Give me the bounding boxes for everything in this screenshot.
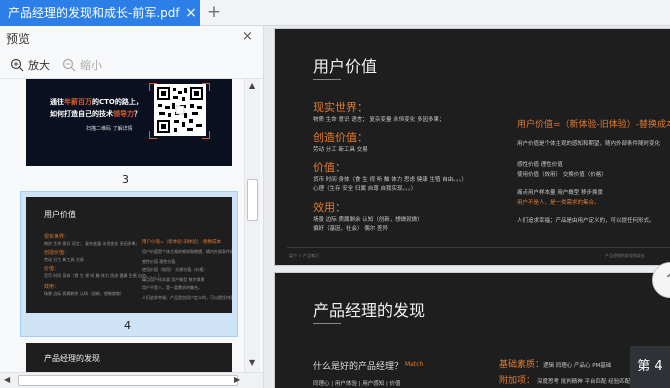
- section-text: 心理（生存 安全 归属 自尊 自我实现。。。）: [313, 186, 417, 192]
- thumb3-line1: 通往年薪百万的CTO的路上，: [50, 98, 143, 106]
- preview-sidebar: 预览 × 放大 缩小 通往年薪百万的CTO的路上， 如何打造自己的技术领导力？ …: [0, 26, 264, 388]
- page-slide-pm-discovery: 产品经理的发现 什么是好的产品经理？ Match 同理心 | 用户体验 | 用户…: [274, 272, 670, 388]
- slide-question: 什么是好的产品经理？: [313, 362, 404, 372]
- slide-title: 产品经理的发现: [313, 301, 426, 320]
- right-text: 用户不是人，是一类需求的集合。: [517, 200, 600, 206]
- right-text: 人们追求幸福；产品是由用户定义的，可以提任何形式。: [517, 218, 655, 224]
- slide-footer-right: 产品经理的发现和成长: [605, 253, 645, 258]
- frame-corner: [202, 131, 210, 139]
- thumbnail-list: 通往年薪百万的CTO的路上， 如何打造自己的技术领导力？ 扫描二维码 了解详情: [0, 79, 244, 372]
- thumb4-text: 感性价值 理性价值: [142, 259, 176, 264]
- scrollbar-thumb[interactable]: [18, 375, 238, 386]
- tab-close-icon[interactable]: ×: [184, 0, 198, 26]
- title-underline: [313, 79, 341, 80]
- zoom-in-icon: [10, 58, 24, 72]
- sidebar-horizontal-scrollbar[interactable]: ◀ ▶: [0, 372, 263, 388]
- thumbnail-page-number: 3: [122, 173, 129, 186]
- slide-title: 用户价值: [313, 57, 378, 76]
- thumbnail-page-4[interactable]: 用户价值 现实世界： 物质 生命 意识 语言； 复杂变量 永恒变化 多因多果； …: [26, 197, 232, 313]
- thumb5-title: 产品经理的发现: [44, 354, 100, 363]
- frame-corner: [149, 131, 157, 139]
- chevron-up-icon: ⌃: [664, 272, 670, 288]
- thumb4-text: 用户价值是个体主观的感知和期望，随内外部条件随时变化: [142, 249, 232, 254]
- thumb4-title: 用户价值: [44, 210, 76, 219]
- section-text: 场景 边际 质属剩余 认知（创新，想做就做）: [313, 217, 423, 223]
- zoom-in-label: 放大: [28, 59, 50, 72]
- thumb3-subtitle: 扫描二维码 了解详情: [86, 126, 133, 132]
- page-slide-user-value: 用户价值 现实世界： 物质 生命 意识 语言； 复杂变量 永恒变化 多因多果； …: [274, 28, 670, 266]
- thumb4-text: 场景 边际 质属剩余 认知（创新，想做就做）: [44, 291, 124, 296]
- thumb4-head: 价值：: [44, 266, 60, 272]
- thumbnail-page-number: 4: [124, 319, 131, 332]
- section-heading: 现实世界：: [313, 101, 368, 114]
- question-tag: Match: [405, 361, 424, 368]
- section-text: 货币 时间 身体（食 生 视 听 触 体力 思虑 健康 生殖 自由。。。）: [313, 177, 467, 183]
- zoom-out-icon: [62, 58, 76, 72]
- thumbnail-page-5[interactable]: 产品经理的发现: [26, 343, 232, 372]
- title-underline: [313, 323, 341, 324]
- tab-document[interactable]: 产品经理的发现和成长-前军.pdf: [0, 0, 200, 26]
- scroll-down-icon[interactable]: ▼: [249, 358, 255, 367]
- scroll-right-icon[interactable]: ▶: [234, 375, 240, 384]
- thumb4-head: 现实世界：: [44, 234, 70, 240]
- right-text: 感性价值 理性价值: [517, 162, 563, 168]
- right-text: 痛点用户样本量 用户概型 移步换景: [517, 190, 603, 196]
- thumb4-formula: 用户价值=（新体验-旧体验）-替换成本: [142, 240, 222, 245]
- thumb4-text: 痛点用户样本量 用户概型 移步换景: [142, 277, 205, 282]
- section-heading: 创造价值：: [313, 131, 368, 144]
- thumb4-head: 创造价值：: [44, 250, 70, 256]
- basic-text: 逻辑 同理心 产品心 PM基础: [543, 363, 612, 369]
- section-heading: 效用：: [313, 201, 346, 214]
- thumb4-text: 用户不是人，是一类需求的集合。: [142, 285, 202, 290]
- page-number-badge: 第 4: [630, 346, 670, 388]
- slide-footer-left: 梁宁 × 产品笔记: [289, 253, 319, 258]
- sidebar-vertical-scrollbar[interactable]: ▲ ▼: [244, 79, 260, 372]
- thumb4-text: 人们追求幸福；产品是由用户定义的，可以提任何形式。: [142, 295, 232, 300]
- zoom-out-button[interactable]: 缩小: [62, 57, 102, 73]
- section-text: 偏好（基因，社会） 偶尔 差异: [313, 226, 388, 232]
- frame-corner: [202, 83, 210, 91]
- slide-subtext: 同理心 | 用户体验 | 用户感知 | 价值: [313, 381, 401, 387]
- thumb4-text: 使用价值（效用） 交换价值（价格）: [142, 267, 208, 272]
- right-text: 使用价值（效用） 交换价值（价格）: [517, 172, 607, 178]
- section-heading: 价值：: [313, 161, 346, 174]
- scroll-left-icon[interactable]: ◀: [4, 375, 10, 384]
- bonus-label: 附加项：: [499, 376, 536, 386]
- right-text: 用户价值是个体主观的感知和期望，随内外部条件随时变化: [517, 141, 661, 147]
- frame-corner: [149, 83, 157, 91]
- thumb3-line2: 如何打造自己的技术领导力？: [50, 110, 141, 118]
- section-text: 物质 生命 意识 语言； 复杂变量 永恒变化 多因多果；: [313, 117, 445, 123]
- scrollbar-thumb[interactable]: [247, 179, 258, 221]
- qr-code: [154, 84, 206, 136]
- tab-bar: 产品经理的发现和成长-前军.pdf × +: [0, 0, 670, 26]
- thumb4-text: 物质 生命 意识 语言； 复杂变量 永恒变化 多因多果；: [44, 241, 140, 246]
- section-text: 劳动 分工 新工具 交易: [313, 147, 368, 153]
- user-value-formula: 用户价值=（新体验-旧体验）-替换成本: [517, 120, 670, 130]
- thumb4-head: 效用：: [44, 284, 60, 290]
- thumb4-text: 劳动 分工 新工具 交易: [44, 257, 84, 262]
- new-tab-icon[interactable]: +: [205, 2, 223, 22]
- thumbnail-page-3[interactable]: 通往年薪百万的CTO的路上， 如何打造自己的技术领导力？ 扫描二维码 了解详情: [26, 79, 232, 166]
- document-viewer[interactable]: 用户价值 现实世界： 物质 生命 意识 语言； 复杂变量 永恒变化 多因多果； …: [264, 26, 670, 388]
- scroll-up-icon[interactable]: ▲: [249, 81, 255, 90]
- sidebar-close-icon[interactable]: ×: [242, 29, 253, 44]
- slide-footer-line: [287, 247, 670, 248]
- zoom-out-label: 缩小: [80, 59, 102, 72]
- bonus-text: 深度思考 批判精神 平台匹配 经验匹配: [537, 379, 631, 385]
- sidebar-title: 预览: [6, 32, 31, 46]
- basic-label: 基础素质：: [499, 360, 545, 370]
- tab-title: 产品经理的发现和成长-前军.pdf: [8, 6, 180, 20]
- zoom-in-button[interactable]: 放大: [10, 57, 50, 73]
